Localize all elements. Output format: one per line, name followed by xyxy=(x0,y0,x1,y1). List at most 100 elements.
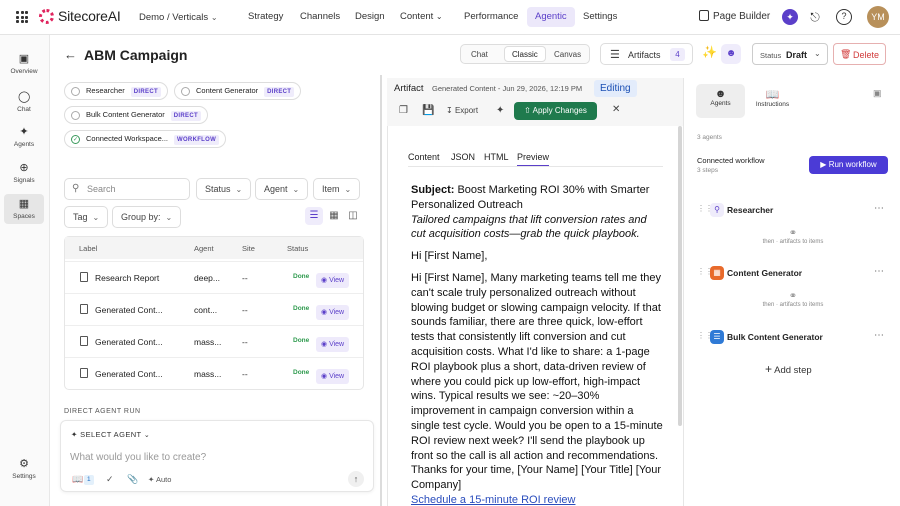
ai-sparkle-icon[interactable]: ✦ xyxy=(782,9,798,25)
col-status: Status xyxy=(287,244,309,253)
mode-chat[interactable]: Chat xyxy=(471,50,488,59)
nav-performance[interactable]: Performance xyxy=(456,7,526,27)
table-row[interactable]: Generated Cont... mass... -- Done ◉ View xyxy=(65,325,363,357)
tab-html[interactable]: HTML xyxy=(484,152,509,162)
rail-signals[interactable]: ⊕ Signals xyxy=(4,162,44,184)
cta-link[interactable]: Schedule a 15-minute ROI review xyxy=(411,494,575,506)
nav-agentic[interactable]: Agentic xyxy=(527,7,575,27)
tab-underline xyxy=(408,166,663,167)
chip-researcher[interactable]: Researcher DIRECT xyxy=(64,82,168,100)
chip-tag: DIRECT xyxy=(170,111,201,121)
row-label: Research Report xyxy=(95,273,160,283)
more-icon[interactable]: ⋯ xyxy=(874,203,884,214)
delete-button[interactable]: 🗑 Delete xyxy=(833,43,886,65)
researcher-icon: ⚲ xyxy=(710,203,724,217)
wand-icon[interactable]: ✦ xyxy=(496,105,504,116)
list-view-icon[interactable]: ☰ xyxy=(305,207,323,225)
search-input[interactable]: ⚲ Search xyxy=(64,178,190,200)
nav-content[interactable]: Content ⌄ xyxy=(392,7,451,27)
workflow-step-researcher[interactable]: ⋮⋮ ⚲ Researcher ⋯ xyxy=(697,201,889,221)
table-view-icon[interactable]: ◫ xyxy=(346,207,360,225)
artifacts-button[interactable]: ☰ Artifacts 4 xyxy=(600,43,693,65)
view-button[interactable]: ◉ View xyxy=(316,305,350,320)
collapse-panel-icon[interactable]: ▣ xyxy=(873,88,882,99)
more-icon[interactable]: ⋯ xyxy=(874,266,884,277)
status-label: Status xyxy=(760,51,782,60)
more-icon[interactable]: ⋯ xyxy=(874,330,884,341)
workflow-label: Connected workflow xyxy=(697,156,765,165)
collaborators-icon[interactable]: ☻ xyxy=(721,44,741,64)
back-arrow-icon[interactable]: ← xyxy=(64,47,77,62)
page-builder-link[interactable]: Page Builder xyxy=(699,10,770,22)
save-icon[interactable]: 💾 xyxy=(422,105,434,116)
grid-view-icon[interactable]: ▦ xyxy=(327,207,341,225)
artifact-label: Artifact xyxy=(394,83,424,94)
export-icon: ↧ xyxy=(446,106,453,115)
export-button[interactable]: ↧ Export xyxy=(446,106,478,115)
view-button[interactable]: ◉ View xyxy=(316,369,350,384)
email-subtitle: Tailored campaigns that lift conversion … xyxy=(411,213,647,241)
direct-agent-run-label: DIRECT AGENT RUN xyxy=(64,408,141,415)
table-row[interactable]: Generated Cont... cont... -- Done ◉ View xyxy=(65,293,363,325)
chip-connected-workspace[interactable]: ✓ Connected Workspace... WORKFLOW xyxy=(64,130,227,148)
org-selector[interactable]: Demo / Verticals ⌄ xyxy=(139,12,218,23)
agent-filter[interactable]: Agent ⌄ xyxy=(255,178,309,200)
copy-icon[interactable]: ❐ xyxy=(399,105,408,116)
workflow-step-bulk-content-generator[interactable]: ⋮⋮ ☰ Bulk Content Generator ⋯ xyxy=(697,328,889,348)
tag-filter[interactable]: Tag ⌄ xyxy=(64,206,109,228)
item-filter[interactable]: Item ⌄ xyxy=(313,178,361,200)
tab-content[interactable]: Content xyxy=(408,152,440,162)
row-agent: mass... xyxy=(194,369,222,379)
table-row[interactable]: Generated Cont... mass... -- Done ◉ View xyxy=(65,357,363,389)
book-icon[interactable]: 📖 xyxy=(72,474,83,485)
rail-overview[interactable]: ▣ Overview xyxy=(4,53,44,75)
prompt-input[interactable]: What would you like to create? xyxy=(70,452,206,463)
email-body: Hi [First Name], Many marketing teams te… xyxy=(411,271,663,492)
extensions-icon[interactable]: ⎋ xyxy=(807,9,823,25)
view-button[interactable]: ◉ View xyxy=(316,273,350,288)
app-grid-icon[interactable] xyxy=(16,11,28,23)
help-icon[interactable]: ? xyxy=(836,9,852,25)
table-row[interactable]: Research Report deep... -- Done ◉ View xyxy=(65,261,363,293)
rail-settings[interactable]: ⚙ Settings xyxy=(4,458,44,480)
sparkle-icon[interactable]: ✨ xyxy=(702,45,717,59)
rail-agents[interactable]: ✦ Agents xyxy=(4,126,44,148)
pane-resize-handle[interactable] xyxy=(380,75,382,506)
apply-changes-button[interactable]: ⇧ Apply Changes xyxy=(514,102,597,120)
play-icon: ▶ xyxy=(820,160,827,169)
nav-channels[interactable]: Channels xyxy=(292,7,348,27)
run-workflow-button[interactable]: ▶ Run workflow xyxy=(809,156,888,174)
email-subject: Subject: Boost Marketing ROI 30% with Sm… xyxy=(411,184,650,241)
chip-bulk-content-generator[interactable]: Bulk Content Generator DIRECT xyxy=(64,106,208,124)
nav-settings[interactable]: Settings xyxy=(575,7,625,27)
rail-chat[interactable]: ◯ Chat xyxy=(4,91,44,113)
scrollbar[interactable] xyxy=(678,126,682,426)
row-site: -- xyxy=(242,369,248,379)
tab-preview[interactable]: Preview xyxy=(517,152,550,166)
status-dropdown[interactable]: Status Draft ⌄ xyxy=(752,43,828,65)
chip-content-generator[interactable]: Content Generator DIRECT xyxy=(174,82,302,100)
add-step-button[interactable]: + Add step xyxy=(765,362,812,376)
mode-classic[interactable]: Classic xyxy=(504,46,546,62)
mode-canvas[interactable]: Canvas xyxy=(554,50,581,59)
user-avatar[interactable]: YM xyxy=(867,6,889,28)
status-badge: Done xyxy=(293,369,310,376)
close-icon[interactable]: ✕ xyxy=(612,104,620,115)
tab-agents[interactable]: ☻ Agents xyxy=(696,84,745,118)
nav-strategy[interactable]: Strategy xyxy=(240,7,291,27)
group-by-filter[interactable]: Group by: ⌄ xyxy=(112,206,182,228)
gear-icon: ⚙ xyxy=(19,458,29,470)
row-label: Generated Cont... xyxy=(95,369,163,379)
bolt-icon[interactable]: ✓ xyxy=(106,474,114,485)
send-button[interactable]: ↑ xyxy=(348,471,364,487)
auto-toggle[interactable]: ✦ Auto xyxy=(148,475,171,484)
view-button[interactable]: ◉ View xyxy=(316,337,350,352)
workflow-step-content-generator[interactable]: ⋮⋮ ▦ Content Generator ⋯ xyxy=(697,264,889,284)
rail-spaces[interactable]: ▦ Spaces xyxy=(4,194,44,224)
nav-design[interactable]: Design xyxy=(347,7,393,27)
attach-icon[interactable]: 📎 xyxy=(127,474,138,485)
select-agent-dropdown[interactable]: ✦ SELECT AGENT ⌄ xyxy=(71,430,150,439)
tab-json[interactable]: JSON xyxy=(451,152,475,162)
status-filter[interactable]: Status ⌄ xyxy=(196,178,252,200)
tab-instructions[interactable]: 📖 Instructions xyxy=(750,84,795,118)
